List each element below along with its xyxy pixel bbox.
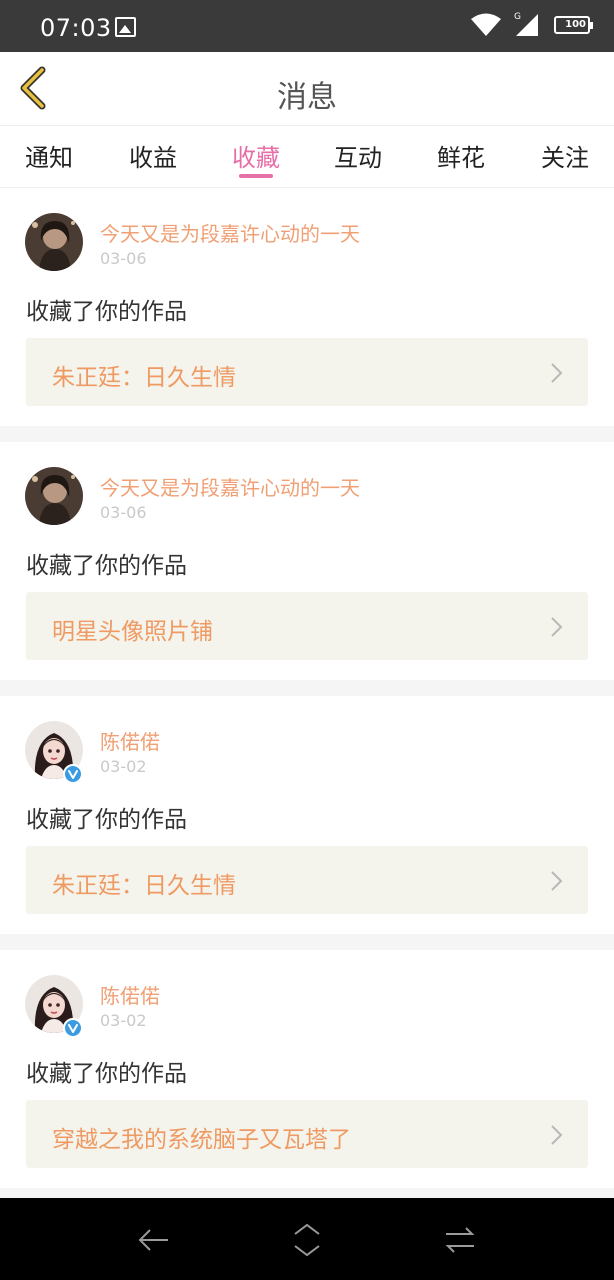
chevron-right-icon — [551, 363, 563, 383]
battery-icon: 100 — [554, 16, 593, 34]
message-card: 今天又是为段嘉许心动的一天 03-06 收藏了你的作品 朱正廷：日久生情 — [0, 188, 614, 426]
action-text: 收藏了你的作品 — [26, 299, 187, 325]
tab-flowers[interactable]: 鲜花 — [421, 138, 501, 173]
checkmark-icon — [68, 1024, 78, 1033]
work-link[interactable]: 朱正廷：日久生情 — [26, 338, 588, 406]
timestamp: 03-02 — [100, 757, 147, 776]
verified-badge-icon — [63, 1018, 83, 1038]
work-link[interactable]: 朱正廷：日久生情 — [26, 846, 588, 914]
chevron-right-icon — [551, 617, 563, 637]
tab-following[interactable]: 关注 — [525, 138, 605, 173]
nav-switch-icon[interactable] — [442, 1222, 478, 1258]
chevron-right-icon — [551, 1125, 563, 1145]
work-link[interactable]: 穿越之我的系统脑子又瓦塔了 — [26, 1100, 588, 1168]
cell-signal-icon: G — [514, 12, 538, 36]
action-text: 收藏了你的作品 — [26, 1061, 187, 1087]
action-text: 收藏了你的作品 — [26, 553, 187, 579]
tab-earnings[interactable]: 收益 — [113, 138, 193, 173]
message-card: 今天又是为段嘉许心动的一天 03-06 收藏了你的作品 明星头像照片铺 — [0, 442, 614, 680]
divider — [0, 680, 614, 696]
verified-badge-icon — [63, 764, 83, 784]
avatar-photo-icon — [25, 467, 83, 525]
status-time: 07:03 — [40, 14, 112, 42]
message-card: 陈偌偌 03-02 收藏了你的作品 朱正廷：日久生情 — [0, 696, 614, 934]
divider — [0, 934, 614, 950]
tab-bar: 通知 收益 收藏 互动 鲜花 关注 — [0, 126, 614, 188]
action-text: 收藏了你的作品 — [26, 807, 187, 833]
avatar-photo-icon — [25, 213, 83, 271]
timestamp: 03-06 — [100, 249, 147, 268]
avatar[interactable] — [25, 213, 83, 271]
message-list: 今天又是为段嘉许心动的一天 03-06 收藏了你的作品 朱正廷：日久生情 今天又… — [0, 188, 614, 1198]
chevron-right-icon — [551, 871, 563, 891]
nav-home-icon[interactable] — [289, 1222, 325, 1258]
signal-type-label: G — [514, 12, 521, 22]
status-bar: 07:03 G 100 — [0, 0, 614, 52]
wifi-icon — [471, 13, 501, 36]
checkmark-icon — [68, 770, 78, 779]
work-link[interactable]: 明星头像照片铺 — [26, 592, 588, 660]
username[interactable]: 今天又是为段嘉许心动的一天 — [100, 218, 360, 247]
tab-favorites[interactable]: 收藏 — [216, 138, 296, 173]
system-navigation-bar — [0, 1198, 614, 1280]
timestamp: 03-06 — [100, 503, 147, 522]
active-tab-indicator — [239, 174, 273, 178]
tab-interactions[interactable]: 互动 — [318, 138, 398, 173]
tab-notifications[interactable]: 通知 — [9, 138, 89, 173]
timestamp: 03-02 — [100, 1011, 147, 1030]
username[interactable]: 今天又是为段嘉许心动的一天 — [100, 472, 360, 501]
divider — [0, 426, 614, 442]
nav-back-icon[interactable] — [136, 1222, 172, 1258]
divider — [0, 1188, 614, 1198]
username[interactable]: 陈偌偌 — [100, 726, 160, 755]
username[interactable]: 陈偌偌 — [100, 980, 160, 1009]
work-title: 穿越之我的系统脑子又瓦塔了 — [52, 1127, 351, 1153]
page-title: 消息 — [277, 80, 337, 115]
gallery-notification-icon — [115, 17, 136, 37]
battery-level: 100 — [565, 19, 586, 30]
work-title: 明星头像照片铺 — [52, 619, 213, 645]
message-card: 陈偌偌 03-02 收藏了你的作品 穿越之我的系统脑子又瓦塔了 — [0, 950, 614, 1188]
work-title: 朱正廷：日久生情 — [52, 365, 236, 391]
header: 消息 — [0, 52, 614, 126]
avatar[interactable] — [25, 467, 83, 525]
work-title: 朱正廷：日久生情 — [52, 873, 236, 899]
